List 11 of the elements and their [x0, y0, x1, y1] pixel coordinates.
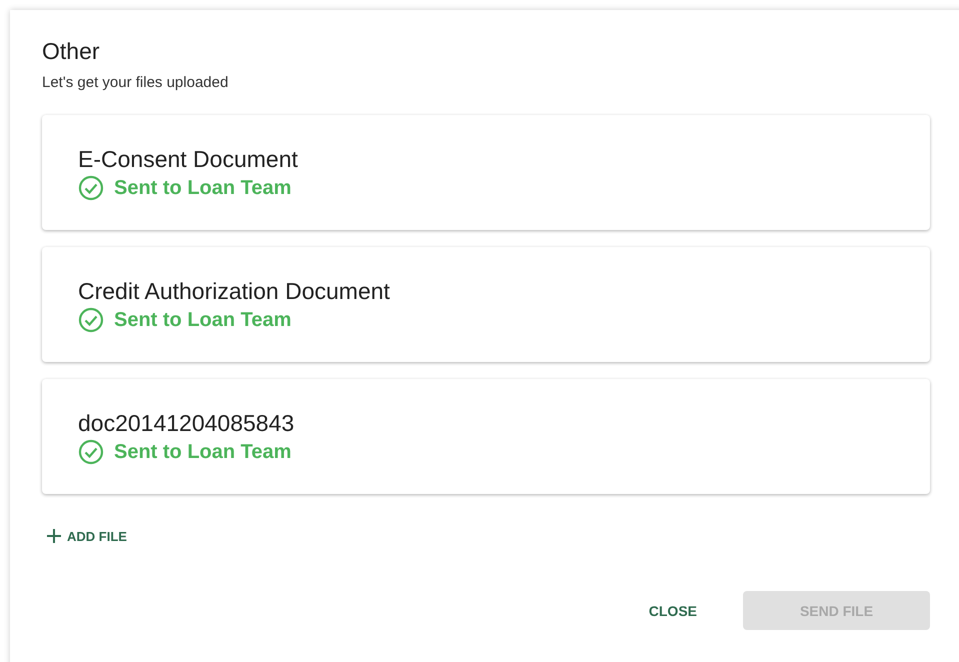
status-text: Sent to Loan Team [114, 440, 292, 465]
text-button[interactable]: CLOSE [636, 591, 709, 630]
status-text: Sent to Loan Team [114, 308, 292, 333]
dialog-subtitle: Let's get your files uploaded [42, 74, 228, 91]
file-name: E-Consent Document [78, 145, 298, 173]
file-name: Credit Authorization Document [78, 277, 390, 305]
plus-icon [46, 528, 62, 544]
add-file-button[interactable]: ADD FILE [44, 526, 129, 546]
status-text: Sent to Loan Team [114, 176, 292, 201]
dialog-title: Other [42, 37, 100, 66]
file-name: doc20141204085843 [78, 409, 294, 437]
